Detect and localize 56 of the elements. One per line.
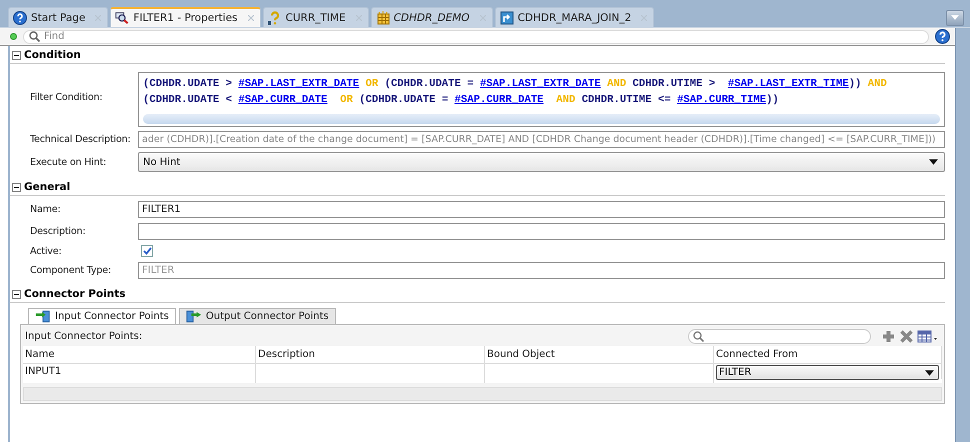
table-title: Input Connector Points: (25, 331, 144, 342)
column-header[interactable]: Bound Object (485, 346, 714, 364)
search-field[interactable] (688, 329, 871, 344)
field-label: Component Type: (30, 265, 112, 276)
dropdown[interactable]: No Hint (138, 152, 945, 172)
help-icon[interactable] (935, 29, 950, 44)
table-icon (376, 10, 390, 24)
tab[interactable]: FILTER1 - Properties (110, 7, 261, 27)
caret-icon (925, 370, 934, 376)
tab[interactable]: CDHDR_DEMO (370, 7, 493, 27)
code-line: (CDHDR.UDATE > #SAP.LAST_EXTR_DATE OR (CDHDR.UDATE = #SAP.LAST_EXTR_DATE AND CDHDR.UTIME > #SAP.LAST_EXTR_TIME)) AND (143, 77, 888, 92)
input-field[interactable]: FILTER1 (138, 201, 945, 218)
arrow-into-door-icon (35, 310, 51, 323)
status-dot (10, 33, 17, 40)
tab[interactable]: Start Page (8, 7, 108, 27)
section-header[interactable]: Connector Points (10, 285, 945, 303)
tab[interactable]: CDHDR_MARA_JOIN_2 (494, 7, 654, 27)
field-label: Filter Condition: (30, 92, 104, 103)
tab[interactable]: Input Connector Points (28, 308, 176, 324)
collapse-icon[interactable] (12, 182, 21, 192)
caret-icon (951, 15, 959, 20)
field-label: Active: (30, 246, 63, 256)
dropdown[interactable]: FILTER (716, 365, 939, 380)
tab[interactable]: Output Connector Points (178, 308, 336, 324)
caret-icon (929, 159, 938, 165)
collapse-icon[interactable] (12, 290, 21, 298)
column-header[interactable]: Name (23, 346, 256, 364)
checkbox[interactable] (141, 245, 153, 257)
input-field[interactable]: ader (CDHDR)].[Creation date of the change document] = [SAP.CURR_DATE] AND [CDHDR Change document header (CDHDR)].[Time changed] <= [SAP.CURR_TIME])) (138, 131, 945, 148)
add-icon[interactable] (881, 329, 896, 344)
scrollbar[interactable] (143, 114, 940, 124)
input-field[interactable] (138, 223, 945, 240)
field-label: Execute on Hint: (30, 156, 108, 168)
table-cell: INPUT1 (23, 364, 256, 383)
close-icon[interactable] (248, 15, 254, 21)
help-icon (13, 10, 27, 24)
search-field[interactable]: Find (23, 30, 929, 44)
arrow-out-door-icon (186, 310, 202, 323)
section-header[interactable]: General (10, 178, 945, 196)
search-icon (693, 331, 704, 342)
delete-icon[interactable] (899, 329, 914, 344)
search-icon (29, 31, 40, 42)
code-editor[interactable] (138, 72, 945, 127)
columns-menu-icon[interactable] (917, 329, 939, 344)
collapse-icon[interactable] (12, 50, 21, 60)
field-label: Technical Description: (30, 134, 132, 145)
scrollbar[interactable] (955, 28, 970, 442)
question-icon (268, 10, 282, 24)
tab[interactable]: CURR_TIME (262, 7, 369, 27)
column-header[interactable]: Description (256, 346, 485, 364)
section-header[interactable]: Condition (10, 46, 945, 64)
code-line: (CDHDR.UDATE < #SAP.CURR_DATE OR (CDHDR.UDATE = #SAP.CURR_DATE AND CDHDR.UTIME <= #SAP.CURR_TIME)) (143, 93, 780, 108)
column-header[interactable]: Connected From (714, 346, 942, 364)
field-label: Name: (30, 204, 62, 215)
magnifier-icon (115, 11, 130, 25)
field-label: Description: (30, 226, 86, 237)
